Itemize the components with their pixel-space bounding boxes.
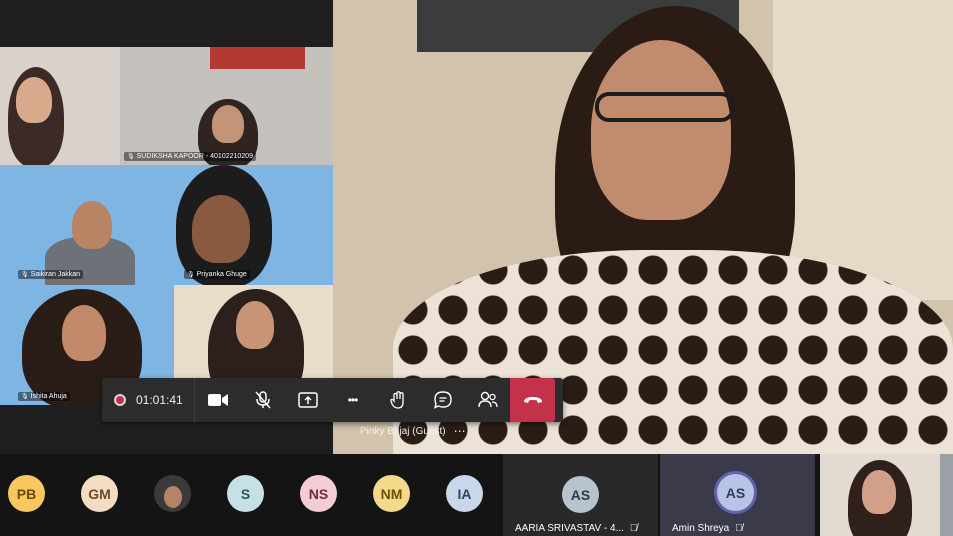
hand-icon xyxy=(389,391,404,409)
mic-off-icon xyxy=(254,391,271,409)
meeting-timer: 01:01:41 xyxy=(136,393,183,407)
chat-icon xyxy=(433,391,452,409)
participant-face xyxy=(16,77,52,123)
video-tile-1[interactable] xyxy=(0,47,120,165)
participant-name: Saikiran Jakkan xyxy=(18,270,84,279)
main-speaker-label: Pinky Bajaj (Guest) ⋯ xyxy=(360,424,466,438)
people-icon xyxy=(477,391,498,408)
avatar-initials: AS xyxy=(725,484,746,501)
avatar-nm[interactable]: NM xyxy=(373,475,410,512)
participant-face xyxy=(72,201,112,249)
more-options-icon[interactable]: ⋯ xyxy=(454,424,466,438)
participant-face xyxy=(62,305,106,361)
avatar-ns[interactable]: NS xyxy=(300,475,337,512)
more-actions-button[interactable]: ••• xyxy=(330,378,375,422)
avatar-ia[interactable]: IA xyxy=(446,475,483,512)
avatar-initials: S xyxy=(240,485,251,502)
participant-face xyxy=(192,195,250,263)
recording-icon xyxy=(114,394,126,406)
participant-name-row: Amin Shreya 🎙̸ xyxy=(672,523,743,534)
participant-face xyxy=(236,301,274,349)
speaker-glasses xyxy=(595,92,735,122)
self-view-video[interactable] xyxy=(820,454,940,536)
leave-call-button[interactable] xyxy=(510,378,555,422)
share-screen-button[interactable] xyxy=(285,378,330,422)
mic-off-icon: 🎙̸ xyxy=(735,523,743,534)
avatar-initials: NS xyxy=(308,485,329,502)
avatar-initials: PB xyxy=(16,485,37,502)
participant-name: Ishita Ahuja xyxy=(18,392,70,401)
ellipsis-icon: ••• xyxy=(347,393,359,407)
chat-button[interactable] xyxy=(420,378,465,422)
wall-light xyxy=(773,0,953,300)
meeting-control-bar: 01:01:41 ••• xyxy=(102,378,563,422)
top-left-blank xyxy=(0,0,333,47)
avatar-initials: NM xyxy=(380,485,403,502)
main-speaker-name: Pinky Bajaj (Guest) xyxy=(360,425,446,437)
speaker-face xyxy=(591,40,731,220)
avatar-as: AS xyxy=(562,476,599,513)
avatar-initials: AS xyxy=(570,486,591,503)
avatar-gm[interactable]: GM xyxy=(81,475,118,512)
avatar-initials: IA xyxy=(457,485,472,502)
participant-name-row: AARIA SRIVASTAV - 4... 🎙̸ xyxy=(515,523,637,534)
avatar-pb[interactable]: PB xyxy=(8,475,45,512)
avatar-as-speaking: AS xyxy=(717,474,754,511)
hang-up-icon xyxy=(523,397,542,403)
avatar-photo-face xyxy=(163,485,182,508)
self-face xyxy=(862,470,896,514)
participant-name: Priyanka Ghuge xyxy=(184,270,250,279)
video-tile-3[interactable]: Saikiran Jakkan xyxy=(0,165,174,285)
participant-tile-aaria[interactable]: AS AARIA SRIVASTAV - 4... 🎙̸ xyxy=(503,454,658,536)
avatar-s[interactable]: S xyxy=(227,475,264,512)
avatar-initials: GM xyxy=(88,485,111,502)
participant-name: SUDIKSHA KAPOOR - 40102210209 xyxy=(124,152,256,161)
self-view-edge xyxy=(940,454,953,536)
video-tile-4[interactable]: Priyanka Ghuge xyxy=(174,165,333,285)
participant-name: AARIA SRIVASTAV - 4... xyxy=(515,523,624,534)
speaker-outfit xyxy=(393,250,953,454)
participant-tile-amin[interactable]: AS Amin Shreya 🎙̸ xyxy=(660,454,815,536)
camera-button[interactable] xyxy=(195,378,240,422)
participant-face xyxy=(212,105,244,143)
mute-button[interactable] xyxy=(240,378,285,422)
raise-hand-button[interactable] xyxy=(375,378,420,422)
wall-painting xyxy=(210,47,305,69)
participant-strip: PB GM S NS NM IA AS AARIA SRIVASTAV - 4.… xyxy=(0,454,953,536)
avatar-photo[interactable] xyxy=(154,475,191,512)
share-icon xyxy=(297,392,318,408)
camera-icon xyxy=(207,394,228,406)
mic-off-icon: 🎙̸ xyxy=(629,523,638,534)
video-tile-2[interactable]: SUDIKSHA KAPOOR - 40102210209 xyxy=(120,47,333,165)
participant-name: Amin Shreya xyxy=(672,523,730,534)
participants-button[interactable] xyxy=(465,378,510,422)
